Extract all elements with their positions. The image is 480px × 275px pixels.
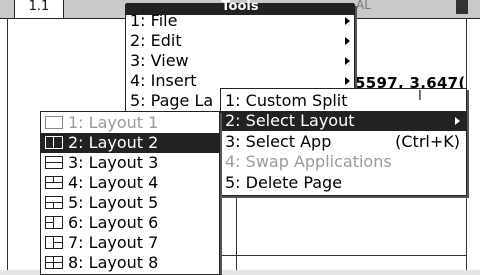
layout-option-5[interactable]: 5: Layout 5 [41, 193, 219, 213]
menu-item-select-app-shortcut: (Ctrl+K) [395, 132, 460, 151]
page-left-border [7, 18, 8, 270]
layout-option-7[interactable]: 7: Layout 7 [41, 233, 219, 253]
menu-item-select-app[interactable]: 3: Select App (Ctrl+K) [221, 132, 466, 152]
layout-option-8[interactable]: 8: Layout 8 [41, 253, 219, 273]
menu-item-insert-label: 4: Insert [130, 71, 197, 90]
menu-item-select-layout-label: 2: Select Layout [225, 111, 355, 130]
layout-option-1[interactable]: 1: Layout 1 [41, 113, 219, 133]
tab-1-1[interactable]: 1.1 [14, 0, 64, 19]
layout-top-split-icon [45, 176, 63, 189]
layout-option-4[interactable]: 4: Layout 4 [41, 173, 219, 193]
menu-item-custom-split-label: 1: Custom Split [225, 91, 348, 110]
layout-option-2-label: 2: Layout 2 [68, 133, 159, 152]
submenu-arrow-icon [345, 57, 350, 65]
scroll-box-icon[interactable] [456, 0, 468, 14]
layout-option-2[interactable]: 2: Layout 2 [41, 133, 219, 153]
submenu-arrow-icon [345, 17, 350, 25]
layout-option-5-label: 5: Layout 5 [68, 193, 159, 212]
menu-item-page-layout-label: 5: Page La [130, 91, 214, 110]
layout-option-8-label: 8: Layout 8 [68, 253, 159, 272]
menu-item-delete-page-label: 5: Delete Page [225, 173, 343, 192]
text-cursor-icon: I [418, 89, 422, 104]
layout-full-icon [45, 116, 63, 129]
menu-item-delete-page[interactable]: 5: Delete Page [221, 173, 466, 193]
menu-item-custom-split[interactable]: 1: Custom Split [221, 91, 466, 111]
calculator-screen: 1.1 AL 5597, 3.647( Tools 1: File 2: Edi… [0, 0, 480, 275]
tab-partial-label[interactable]: AL [356, 0, 406, 12]
layout-left-split-icon [45, 216, 63, 229]
layout-option-6[interactable]: 6: Layout 6 [41, 213, 219, 233]
menu-item-swap-applications: 4: Swap Applications [221, 152, 466, 172]
layout-quad-icon [45, 256, 63, 269]
layout-option-1-label: 1: Layout 1 [68, 113, 159, 132]
submenu-arrow-icon [455, 117, 460, 125]
layout-option-3-label: 3: Layout 3 [68, 153, 159, 172]
layout-right-split-icon [45, 236, 63, 249]
submenu-arrow-icon [345, 37, 350, 45]
menu-item-edit-label: 2: Edit [130, 31, 182, 50]
layout-vertical-split-icon [45, 136, 63, 149]
menu-item-view[interactable]: 3: View [126, 51, 354, 71]
graph-x-axis [220, 255, 466, 256]
layout-option-7-label: 7: Layout 7 [68, 233, 159, 252]
menu-item-file-label: 1: File [130, 11, 178, 30]
select-layout-submenu: 1: Layout 1 2: Layout 2 3: Layout 3 4: L… [40, 111, 220, 275]
layout-option-4-label: 4: Layout 4 [68, 173, 159, 192]
layout-bottom-split-icon [45, 196, 63, 209]
layout-horizontal-split-icon [45, 156, 63, 169]
submenu-arrow-icon [345, 77, 350, 85]
layout-option-6-label: 6: Layout 6 [68, 213, 159, 232]
layout-option-3[interactable]: 3: Layout 3 [41, 153, 219, 173]
menu-item-file[interactable]: 1: File [126, 11, 354, 31]
menu-item-swap-applications-label: 4: Swap Applications [225, 152, 392, 171]
menu-item-edit[interactable]: 2: Edit [126, 31, 354, 51]
menu-item-select-layout[interactable]: 2: Select Layout [221, 111, 466, 131]
graph-y-axis [236, 190, 237, 270]
menu-item-select-app-label: 3: Select App [225, 132, 332, 151]
menu-item-view-label: 3: View [130, 51, 189, 70]
page-layout-submenu: 1: Custom Split 2: Select Layout 3: Sele… [220, 88, 467, 196]
